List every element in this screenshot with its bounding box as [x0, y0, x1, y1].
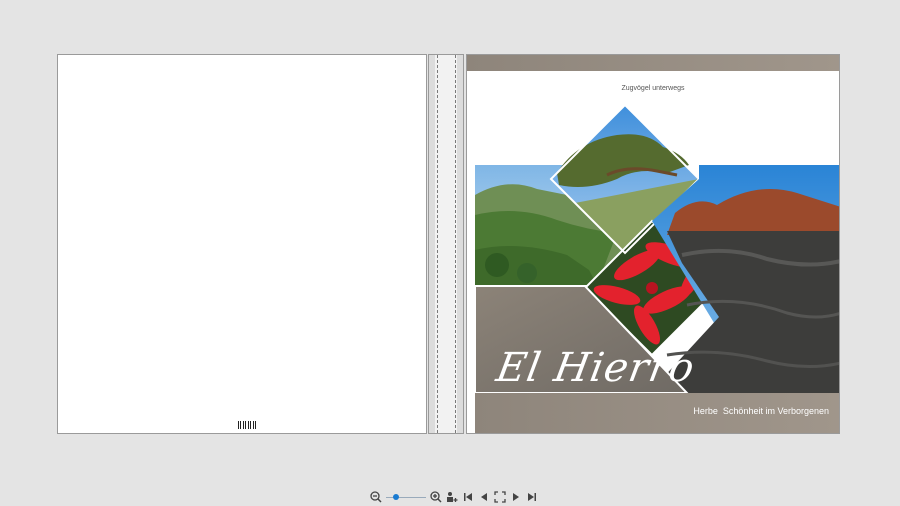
zoom-in-icon[interactable] [430, 491, 442, 503]
last-page-icon[interactable] [526, 491, 538, 503]
cover-top-band [467, 55, 839, 71]
front-cover-page[interactable]: Zugvögel unterwegs El Hierro Herbe Schön… [466, 54, 840, 434]
back-cover-page[interactable] [57, 54, 427, 434]
book-spine[interactable] [428, 54, 464, 434]
next-page-icon[interactable] [510, 491, 522, 503]
first-page-icon[interactable] [462, 491, 474, 503]
add-page-icon[interactable] [446, 491, 458, 503]
cover-kicker-text: Zugvögel unterwegs [621, 85, 685, 92]
prev-page-icon[interactable] [478, 491, 490, 503]
cover-subtitle-text: Herbe Schönheit im Verborgenen [693, 406, 829, 416]
barcode-icon [238, 421, 258, 429]
zoom-out-icon[interactable] [370, 491, 382, 503]
spine-fold-line-right [455, 55, 456, 433]
zoom-slider[interactable] [386, 491, 426, 503]
spine-hinge-right [457, 55, 463, 433]
zoom-slider-handle[interactable] [392, 494, 399, 500]
spine-hinge-left [429, 55, 435, 433]
spine-fold-line-left [437, 55, 438, 433]
fit-screen-icon[interactable] [494, 491, 506, 503]
cover-title-text: El Hierro [492, 345, 699, 391]
viewer-toolbar [370, 490, 538, 504]
